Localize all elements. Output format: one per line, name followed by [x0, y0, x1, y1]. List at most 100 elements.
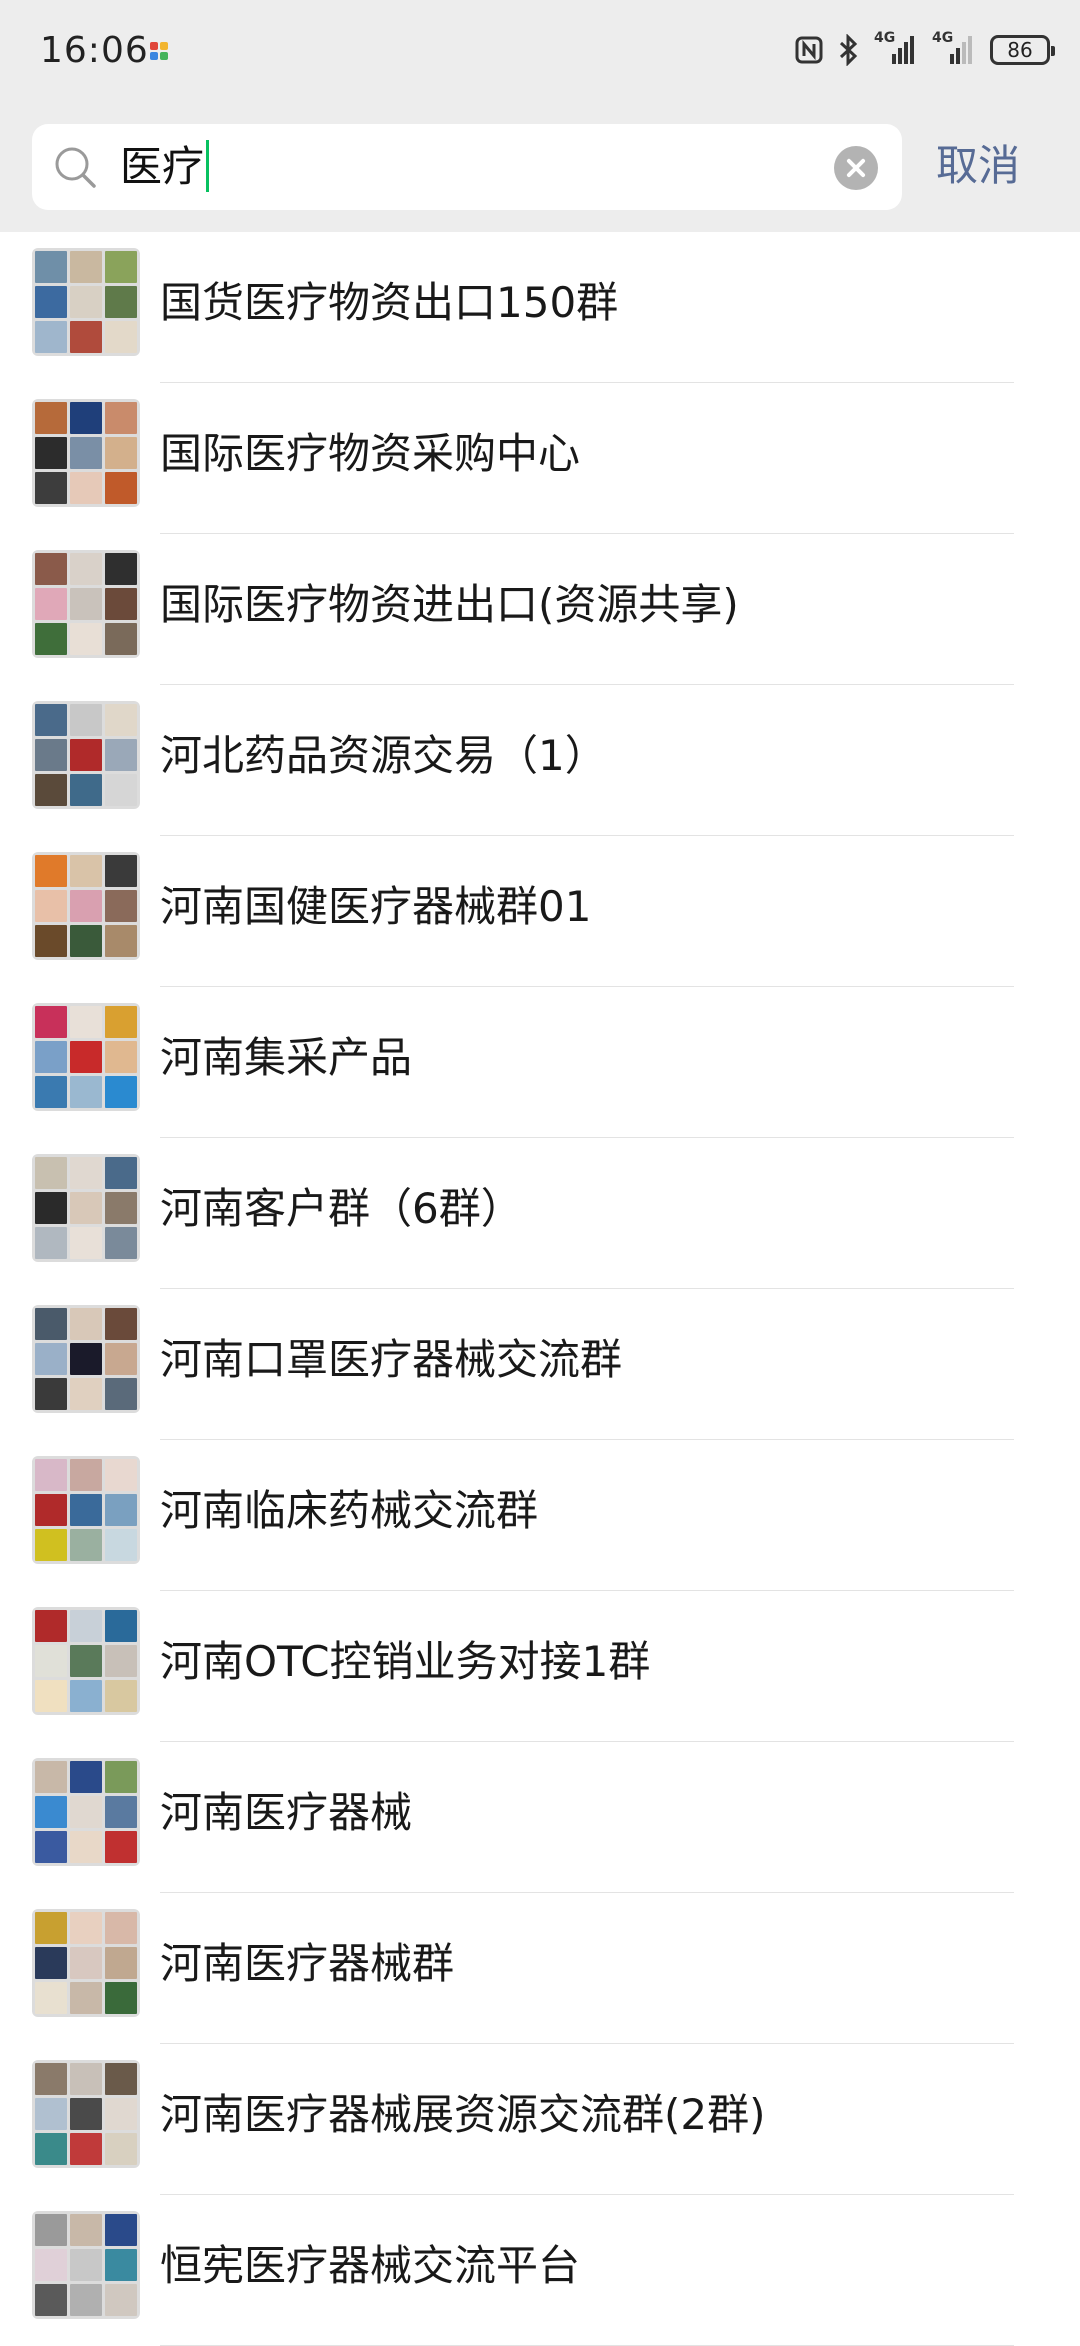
avatar-tile [70, 1494, 102, 1526]
avatar-tile [105, 1680, 137, 1712]
avatar-tile [105, 1227, 137, 1259]
avatar-tile [35, 2249, 67, 2281]
avatar-tile [105, 472, 137, 504]
list-item[interactable]: 国际医疗物资进出口(资源共享) [0, 534, 1080, 685]
group-avatar [32, 2211, 140, 2319]
avatar-tile [35, 1982, 67, 2014]
avatar-tile [35, 1378, 67, 1410]
search-query-text: 医疗 [120, 142, 205, 191]
avatar-tile [35, 890, 67, 922]
list-item[interactable]: 恒宪医疗器械交流平台 [0, 2195, 1080, 2346]
avatar-tile [70, 1831, 102, 1863]
avatar-tile [105, 437, 137, 469]
group-avatar [32, 399, 140, 507]
group-avatar [32, 1003, 140, 1111]
avatar-tile [105, 1076, 137, 1108]
group-name: 国际医疗物资采购中心 [160, 429, 581, 478]
avatar-tile [35, 1308, 67, 1340]
avatar-tile [35, 1796, 67, 1828]
nfc-icon [795, 36, 823, 64]
status-bar: 16:06 4G 4G 86 [0, 0, 1080, 100]
avatar-tile [35, 774, 67, 806]
avatar-tile [70, 925, 102, 957]
avatar-tile [105, 553, 137, 585]
avatar-tile [70, 1227, 102, 1259]
list-item[interactable]: 河北药品资源交易（1） [0, 685, 1080, 836]
list-item[interactable]: 国货医疗物资出口150群 [0, 232, 1080, 383]
avatar-tile [105, 1157, 137, 1189]
group-name: 河南医疗器械 [160, 1788, 413, 1837]
avatar-tile [35, 1006, 67, 1038]
list-item[interactable]: 河南集采产品 [0, 987, 1080, 1138]
group-name: 河南OTC控销业务对接1群 [160, 1637, 651, 1686]
avatar-tile [70, 553, 102, 585]
avatar-tile [105, 739, 137, 771]
avatar-tile [105, 251, 137, 283]
group-avatar [32, 2060, 140, 2168]
avatar-tile [105, 1308, 137, 1340]
avatar-tile [35, 2063, 67, 2095]
list-item[interactable]: 河南医疗器械群 [0, 1893, 1080, 2044]
group-name: 河南客户群（6群） [160, 1184, 523, 1233]
list-item[interactable]: 河南OTC控销业务对接1群 [0, 1591, 1080, 1742]
cancel-button[interactable]: 取消 [936, 136, 1020, 196]
avatar-tile [70, 774, 102, 806]
status-icons: 4G 4G 86 [794, 30, 1055, 68]
avatar-tile [35, 1459, 67, 1491]
avatar-tile [35, 1529, 67, 1561]
search-input[interactable]: 医疗 [32, 124, 902, 210]
avatar-tile [70, 251, 102, 283]
search-query[interactable]: 医疗 [120, 138, 210, 196]
avatar-tile [105, 1947, 137, 1979]
group-avatar [32, 1154, 140, 1262]
avatar-tile [105, 704, 137, 736]
list-item[interactable]: 河南客户群（6群） [0, 1138, 1080, 1289]
list-item[interactable]: 河南口罩医疗器械交流群 [0, 1289, 1080, 1440]
avatar-tile [105, 855, 137, 887]
avatar-tile [35, 1076, 67, 1108]
search-icon [55, 147, 96, 188]
list-item[interactable]: 河南医疗器械 [0, 1742, 1080, 1893]
avatar-tile [105, 1912, 137, 1944]
avatar-tile [105, 2214, 137, 2246]
avatar-tile [105, 286, 137, 318]
clear-icon[interactable] [834, 146, 878, 190]
avatar-tile [105, 402, 137, 434]
avatar-tile [70, 1157, 102, 1189]
avatar-tile [70, 2214, 102, 2246]
list-item[interactable]: 河南临床药械交流群 [0, 1440, 1080, 1591]
avatar-tile [35, 2133, 67, 2165]
avatar-tile [35, 1494, 67, 1526]
avatar-tile [35, 925, 67, 957]
avatar-tile [35, 1192, 67, 1224]
avatar-tile [70, 1796, 102, 1828]
avatar-tile [105, 623, 137, 655]
avatar-tile [35, 623, 67, 655]
group-name: 河南医疗器械展资源交流群(2群) [160, 2090, 766, 2139]
avatar-tile [105, 1378, 137, 1410]
avatar-tile [70, 1343, 102, 1375]
avatar-tile [70, 1192, 102, 1224]
avatar-tile [35, 1831, 67, 1863]
avatar-tile [35, 739, 67, 771]
app-notification-icon [150, 42, 170, 62]
list-item[interactable]: 河南医疗器械展资源交流群(2群) [0, 2044, 1080, 2195]
avatar-tile [70, 1680, 102, 1712]
avatar-tile [70, 1947, 102, 1979]
group-name: 河南临床药械交流群 [160, 1486, 539, 1535]
avatar-tile [35, 472, 67, 504]
group-avatar [32, 1909, 140, 2017]
avatar-tile [70, 2063, 102, 2095]
avatar-tile [35, 286, 67, 318]
group-avatar [32, 852, 140, 960]
avatar-tile [105, 1494, 137, 1526]
avatar-tile [70, 2249, 102, 2281]
avatar-tile [70, 890, 102, 922]
avatar-tile [105, 588, 137, 620]
avatar-tile [35, 855, 67, 887]
avatar-tile [70, 1529, 102, 1561]
avatar-tile [70, 1645, 102, 1677]
avatar-tile [105, 1041, 137, 1073]
list-item[interactable]: 河南国健医疗器械群01 [0, 836, 1080, 987]
list-item[interactable]: 国际医疗物资采购中心 [0, 383, 1080, 534]
